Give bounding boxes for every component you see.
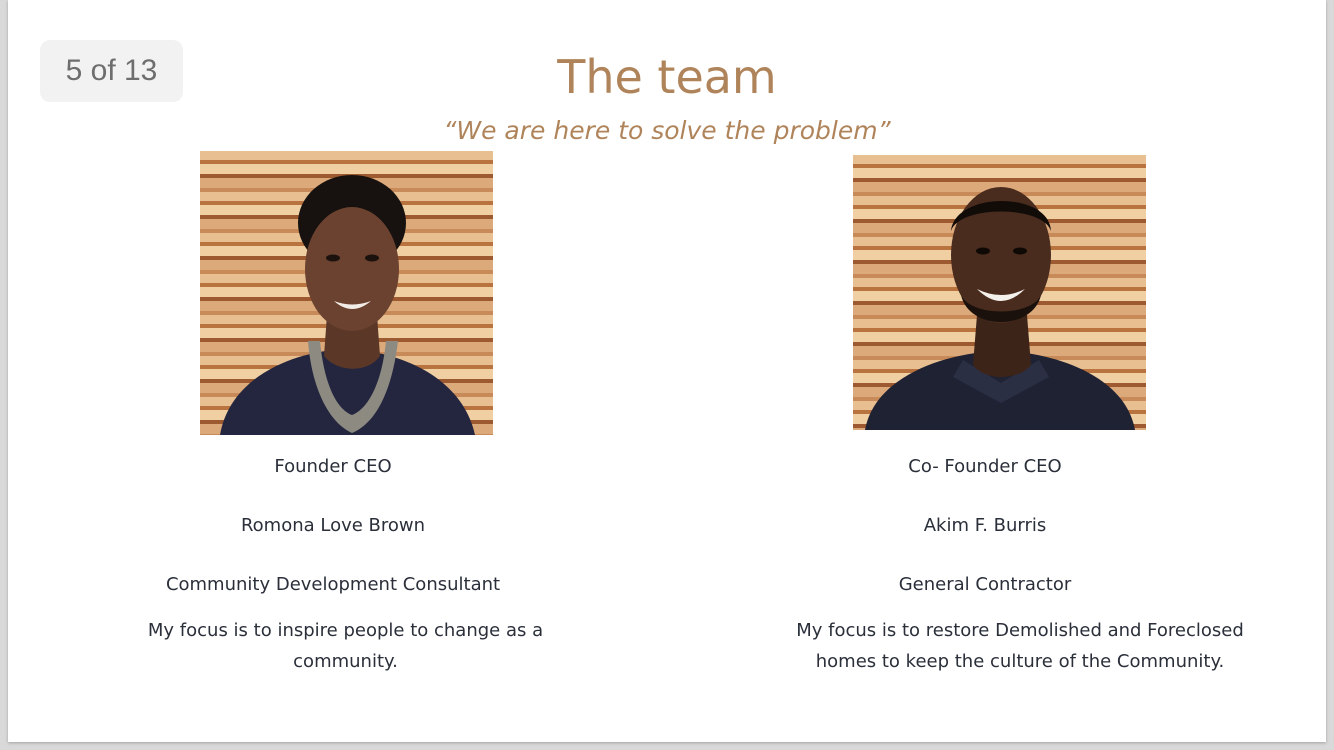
portrait-man-image	[865, 187, 1135, 430]
portrait-woman-image	[220, 175, 475, 435]
member-role-founder: Founder CEO	[274, 456, 392, 477]
team-member-photo-co-founder	[853, 155, 1146, 430]
member-focus-founder: My focus is to inspire people to change …	[147, 620, 544, 672]
member-name-co-founder: Akim F. Burris	[923, 515, 1047, 536]
presentation-slide: 5 of 13 The team “We are here to solve t…	[8, 0, 1326, 742]
member-job-title-founder: Community Development Consultant	[165, 574, 501, 595]
team-member-photo-founder	[200, 151, 493, 435]
member-focus-co-founder: My focus is to restore Demolished and Fo…	[796, 620, 1244, 672]
member-role-co-founder: Co- Founder CEO	[908, 456, 1062, 477]
member-name-founder: Romona Love Brown	[240, 515, 426, 536]
slide-subtitle: “We are here to solve the problem”	[443, 116, 891, 145]
member-job-title-co-founder: General Contractor	[898, 574, 1072, 595]
slide-title: The team	[557, 50, 777, 104]
